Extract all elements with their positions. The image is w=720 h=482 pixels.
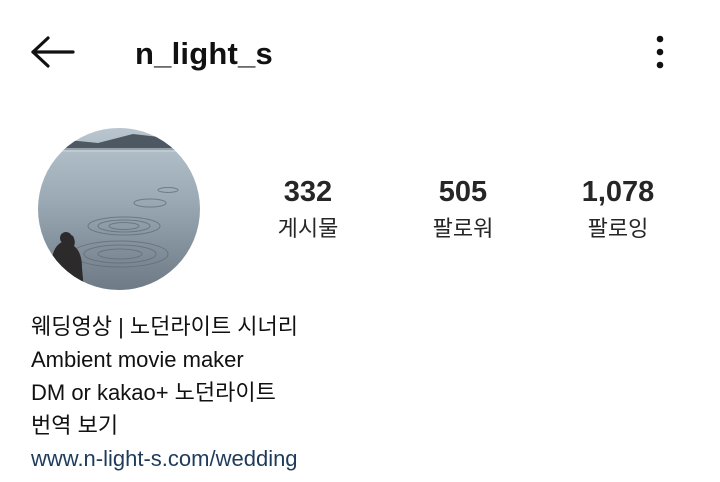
more-vertical-icon (655, 35, 665, 74)
arrow-left-icon (29, 35, 75, 73)
posts-label: 게시물 (277, 216, 339, 241)
profile-screen: n_light_s 332 게시물 505 팔로워 1,078 팔로잉 웨딩영상… (0, 0, 720, 482)
following-count: 1,078 (581, 176, 655, 208)
stat-followers[interactable]: 505 팔로워 (398, 174, 528, 244)
stat-posts[interactable]: 332 게시물 (243, 174, 373, 244)
bio-line: DM or kakao+ 노던라이트 (31, 380, 276, 405)
website-link[interactable]: www.n-light-s.com/wedding (31, 442, 691, 475)
more-options-button[interactable] (640, 30, 680, 78)
followers-label: 팔로워 (432, 216, 494, 241)
translate-bio-link[interactable]: 번역 보기 (31, 409, 691, 442)
profile-username: n_light_s (135, 36, 273, 71)
bio-line: 웨딩영상 | 노던라이트 시너리 (31, 314, 298, 339)
following-label: 팔로잉 (587, 216, 649, 241)
profile-avatar[interactable] (38, 128, 200, 290)
followers-count: 505 (438, 176, 488, 208)
back-button[interactable] (22, 30, 82, 78)
posts-count: 332 (283, 176, 333, 208)
bio-line: Ambient movie maker (31, 347, 244, 372)
stat-following[interactable]: 1,078 팔로잉 (553, 174, 683, 244)
profile-bio: 웨딩영상 | 노던라이트 시너리 Ambient movie maker DM … (31, 310, 691, 475)
